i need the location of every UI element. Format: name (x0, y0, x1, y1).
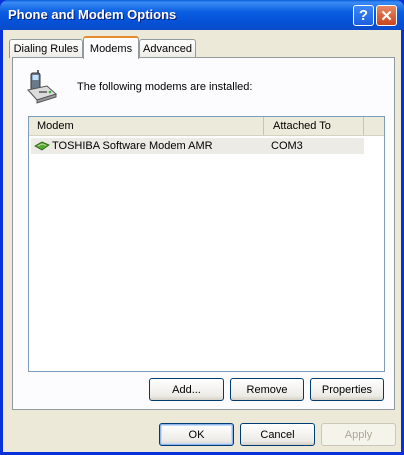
button-label: Remove (246, 383, 288, 396)
modem-name: TOSHIBA Software Modem AMR (52, 140, 213, 152)
phone-modem-icon (25, 70, 59, 107)
button-label: Apply (344, 428, 373, 441)
modem-icon (34, 140, 50, 155)
cancel-button[interactable]: Cancel (240, 423, 315, 446)
list-header: Modem Attached To (29, 117, 384, 136)
properties-button[interactable]: Properties (310, 378, 384, 401)
column-header-modem[interactable]: Modem (29, 117, 264, 135)
tab-label: Dialing Rules (13, 43, 79, 55)
ok-button[interactable]: OK (159, 423, 234, 446)
window-title: Phone and Modem Options (8, 7, 177, 22)
list-item[interactable]: TOSHIBA Software Modem AMR COM3 (31, 138, 364, 154)
dialog-window: Phone and Modem Options ? ✕ Dialing Rule… (0, 0, 404, 455)
modems-installed-text: The following modems are installed: (77, 81, 253, 93)
modem-port: COM3 (271, 140, 303, 152)
modem-list[interactable]: Modem Attached To TOSHIBA Software Modem… (28, 116, 385, 372)
column-label: Modem (37, 120, 74, 132)
button-label: Add... (172, 383, 201, 396)
button-label: Properties (321, 383, 373, 396)
tab-panel-modems: The following modems are installed: Mode… (12, 57, 395, 410)
column-label: Attached To (273, 120, 331, 132)
button-label: OK (188, 428, 205, 441)
tab-dialing-rules[interactable]: Dialing Rules (9, 39, 83, 58)
close-icon: ✕ (380, 7, 393, 25)
column-header-attached-to[interactable]: Attached To (264, 117, 364, 135)
tab-advanced[interactable]: Advanced (139, 39, 196, 58)
title-bar[interactable]: Phone and Modem Options ? ✕ (0, 0, 404, 30)
remove-button[interactable]: Remove (230, 378, 304, 401)
add-button[interactable]: Add... (149, 378, 224, 401)
help-icon: ? (358, 7, 369, 24)
button-label: Cancel (260, 428, 295, 441)
apply-button[interactable]: Apply (321, 423, 396, 446)
close-button[interactable]: ✕ (376, 5, 397, 26)
tab-modems[interactable]: Modems (83, 36, 139, 59)
help-button[interactable]: ? (353, 5, 374, 26)
tab-label: Advanced (143, 43, 192, 55)
tab-label: Modems (89, 42, 133, 55)
